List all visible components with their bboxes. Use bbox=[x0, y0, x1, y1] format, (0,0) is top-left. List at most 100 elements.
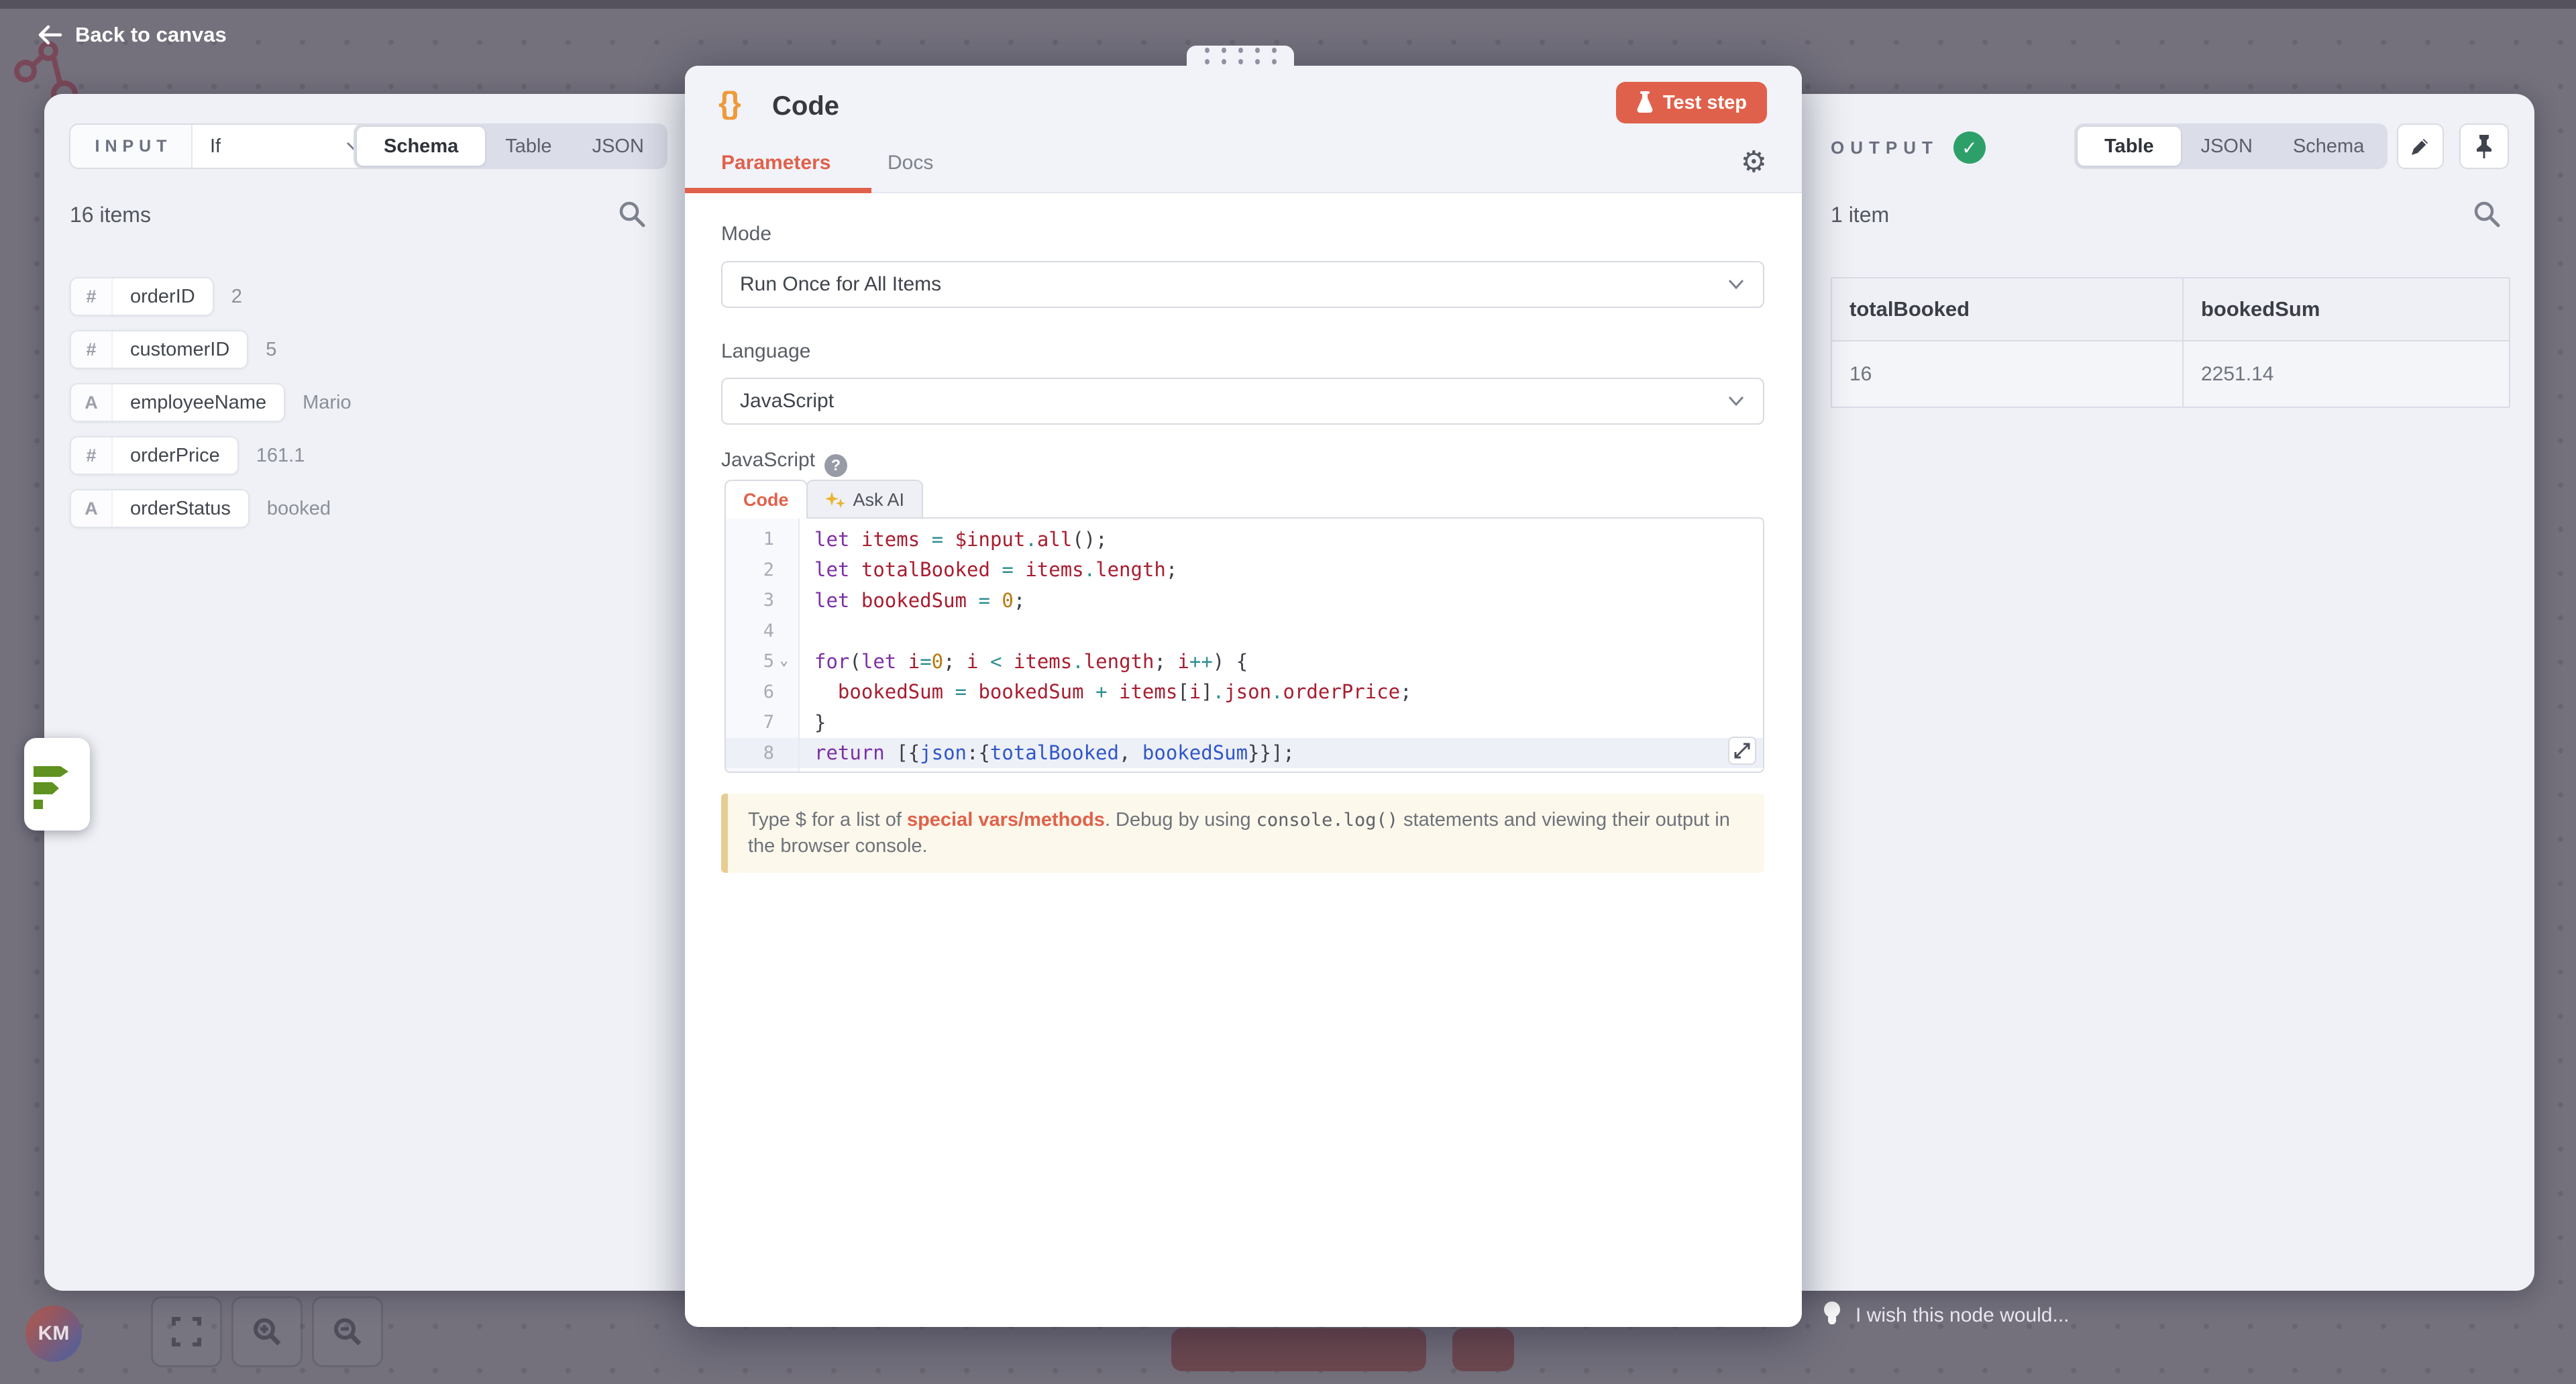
field-name: orderStatus bbox=[113, 490, 248, 527]
field-name: orderID bbox=[113, 278, 213, 315]
zoom-to-fit-button[interactable] bbox=[151, 1296, 222, 1367]
code-line: 8return [{json:{totalBooked, bookedSum}}… bbox=[726, 738, 1763, 769]
line-number: 6 bbox=[726, 682, 798, 702]
line-number: 3 bbox=[726, 590, 798, 610]
output-tab-json[interactable]: JSON bbox=[2181, 127, 2273, 166]
field-type-icon: # bbox=[71, 331, 113, 368]
schema-field: #customerID 5 bbox=[70, 330, 352, 369]
node-feedback-button[interactable]: I wish this node would... bbox=[1822, 1300, 2070, 1331]
editor-hint: Type $ for a list of special vars/method… bbox=[721, 794, 1764, 873]
code-line: 4 bbox=[726, 616, 1763, 647]
schema-field: #orderID2 bbox=[70, 277, 352, 316]
schema-field-pill[interactable]: AemployeeName bbox=[70, 383, 285, 422]
language-value: JavaScript bbox=[740, 390, 834, 413]
expand-icon bbox=[1733, 742, 1751, 759]
field-type-icon: # bbox=[71, 437, 113, 474]
output-cell-bookedSum: 2251.14 bbox=[2184, 341, 2509, 407]
pin-icon bbox=[2473, 134, 2496, 159]
ask-ai-label: Ask AI bbox=[853, 490, 905, 511]
output-panel-label: OUTPUT bbox=[1831, 138, 1939, 158]
active-tab-underline bbox=[685, 188, 871, 193]
zoom-in-button[interactable] bbox=[231, 1296, 303, 1367]
input-source-selector[interactable]: INPUT If bbox=[69, 123, 382, 169]
window-top-strip bbox=[0, 0, 2576, 9]
back-to-canvas-label: Back to canvas bbox=[75, 23, 227, 47]
tab-parameters[interactable]: Parameters bbox=[721, 152, 830, 174]
output-cell-totalBooked: 16 bbox=[1832, 341, 2184, 407]
field-name: orderPrice bbox=[113, 437, 237, 474]
output-view-tabs: Table JSON Schema bbox=[2074, 123, 2387, 169]
line-number: 4 bbox=[726, 621, 798, 641]
output-tab-table[interactable]: Table bbox=[2078, 127, 2181, 166]
editor-expand-button[interactable] bbox=[1728, 737, 1756, 765]
code-editor[interactable]: 1let items = $input.all(); 2let totalBook… bbox=[724, 517, 1764, 773]
pin-data-button[interactable] bbox=[2459, 123, 2509, 169]
modal-header: {} Code Test step Parameters Docs ⚙ bbox=[685, 66, 1802, 193]
success-check-icon: ✓ bbox=[1953, 131, 1986, 164]
schema-field-pill[interactable]: AorderStatus bbox=[70, 489, 250, 528]
output-items-count: 1 item bbox=[1831, 203, 1889, 227]
special-vars-link[interactable]: special vars/methods bbox=[907, 809, 1105, 831]
schema-field-pill[interactable]: #orderID bbox=[70, 277, 214, 316]
node-title: Code bbox=[772, 91, 839, 121]
code-text: return [{json:{totalBooked, bookedSum}}]… bbox=[798, 741, 1295, 764]
editor-tab-ask-ai[interactable]: Ask AI bbox=[806, 480, 924, 519]
output-tab-schema[interactable]: Schema bbox=[2273, 127, 2384, 166]
modal-drag-handle[interactable] bbox=[1187, 46, 1294, 66]
fold-chevron-icon[interactable]: ⌄ bbox=[780, 652, 788, 669]
edit-output-button[interactable] bbox=[2397, 123, 2444, 169]
code-text: let totalBooked = items.length; bbox=[798, 558, 1177, 581]
output-table-row: 16 2251.14 bbox=[1832, 341, 2509, 407]
editor-tabs: Code Ask AI bbox=[724, 480, 923, 519]
hint-text: Type $ for a list of bbox=[748, 809, 907, 831]
zoom-in-icon bbox=[251, 1316, 283, 1348]
code-text: bookedSum = bookedSum + items[i].json.or… bbox=[798, 680, 1412, 703]
gear-icon[interactable]: ⚙ bbox=[1741, 145, 1767, 179]
avatar[interactable]: KM bbox=[25, 1306, 82, 1362]
output-header: OUTPUT ✓ bbox=[1831, 131, 1986, 164]
gutter-divider bbox=[798, 519, 800, 771]
back-to-canvas-button[interactable]: Back to canvas bbox=[38, 23, 227, 47]
help-icon[interactable]: ? bbox=[824, 454, 847, 477]
output-column-header: bookedSum bbox=[2184, 278, 2509, 340]
flask-icon bbox=[1636, 91, 1654, 114]
language-select[interactable]: JavaScript bbox=[721, 378, 1764, 425]
field-type-icon: # bbox=[71, 278, 113, 315]
code-line: 7} bbox=[726, 707, 1763, 738]
node-feedback-label: I wish this node would... bbox=[1856, 1304, 2070, 1327]
line-number: 2 bbox=[726, 560, 798, 580]
input-search-icon[interactable] bbox=[618, 200, 646, 228]
if-node-card[interactable] bbox=[24, 738, 90, 831]
node-settings-modal: {} Code Test step Parameters Docs ⚙ Mode… bbox=[685, 66, 1802, 1327]
editor-tab-code[interactable]: Code bbox=[724, 480, 808, 519]
chevron-down-icon bbox=[1727, 278, 1746, 291]
avatar-initials: KM bbox=[38, 1322, 70, 1345]
input-tab-json[interactable]: JSON bbox=[572, 127, 664, 166]
hint-code-text: console.log() bbox=[1256, 810, 1398, 831]
field-value: 161.1 bbox=[256, 445, 305, 467]
input-items-count: 16 items bbox=[70, 203, 151, 227]
language-label: Language bbox=[721, 340, 810, 363]
field-value: booked bbox=[267, 498, 331, 520]
output-search-icon[interactable] bbox=[2473, 200, 2501, 228]
tab-docs[interactable]: Docs bbox=[888, 152, 933, 174]
field-value: 5 bbox=[266, 339, 276, 361]
chevron-down-icon bbox=[1727, 394, 1746, 408]
mode-select[interactable]: Run Once for All Items bbox=[721, 261, 1764, 308]
sparkles-icon bbox=[825, 489, 845, 511]
input-tab-schema[interactable]: Schema bbox=[357, 127, 485, 166]
hint-text: . Debug by using bbox=[1105, 809, 1256, 831]
schema-field: AemployeeName Mario bbox=[70, 383, 352, 422]
zoom-out-icon bbox=[331, 1316, 364, 1348]
zoom-out-button[interactable] bbox=[312, 1296, 383, 1367]
drag-dots-icon bbox=[1205, 48, 1277, 64]
schema-field-pill[interactable]: #customerID bbox=[70, 330, 248, 369]
line-number: 8 bbox=[726, 743, 798, 763]
field-value: Mario bbox=[303, 392, 352, 414]
schema-field-pill[interactable]: #orderPrice bbox=[70, 436, 239, 475]
code-editor-rows: 1let items = $input.all(); 2let totalBook… bbox=[726, 524, 1763, 768]
dimmed-canvas-button-small bbox=[1452, 1328, 1514, 1371]
test-step-button[interactable]: Test step bbox=[1616, 82, 1767, 123]
code-line: 1let items = $input.all(); bbox=[726, 524, 1763, 555]
input-tab-table[interactable]: Table bbox=[485, 127, 572, 166]
